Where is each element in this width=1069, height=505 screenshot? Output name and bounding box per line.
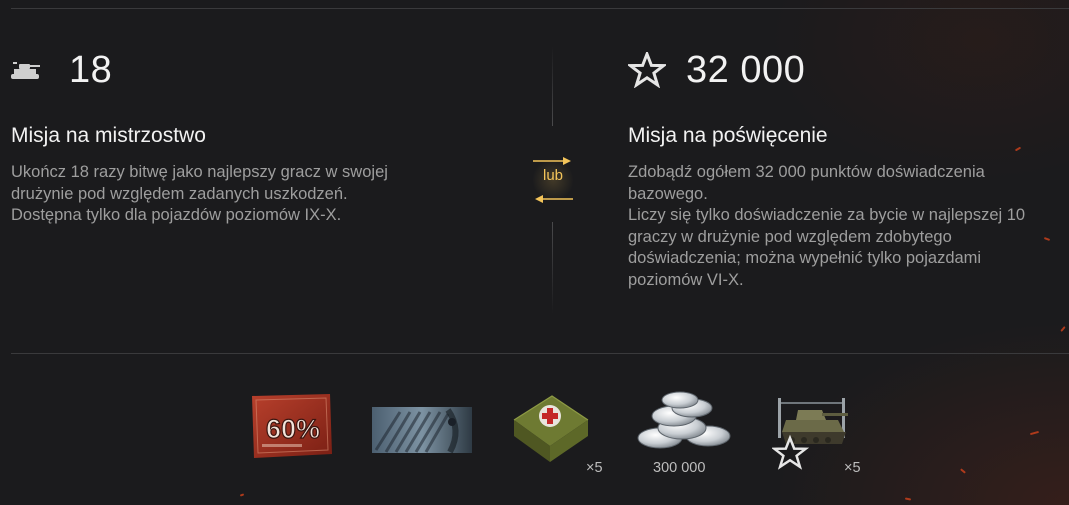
reward-credits[interactable]: 300 000 — [630, 390, 734, 480]
mission-goal-value: 32 000 — [686, 48, 806, 91]
reward-quantity: ×5 — [586, 460, 603, 476]
ember-spark — [1060, 326, 1066, 332]
top-divider — [11, 8, 1069, 9]
reward-crew-booster[interactable]: ×5 — [770, 390, 872, 480]
reward-quantity: ×5 — [844, 460, 861, 476]
vertical-divider — [552, 46, 553, 126]
description-line: Ukończ 18 razy bitwę jako najlepszy grac… — [11, 163, 388, 181]
ember-spark — [239, 493, 245, 497]
first-aid-kit-icon — [513, 395, 589, 462]
ember-spark — [904, 497, 912, 501]
vertical-divider — [552, 222, 553, 314]
mission-description: Ukończ 18 razy bitwę jako najlepszy grac… — [11, 162, 431, 227]
mission-title: Misja na poświęcenie — [628, 124, 828, 147]
or-separator: lub — [529, 152, 577, 208]
reward-repair-kit[interactable]: ×5 — [508, 390, 608, 480]
tank-with-star-icon — [770, 398, 848, 470]
discount-coupon-icon: 60% — [252, 394, 332, 458]
star-outline-icon — [628, 50, 668, 90]
rewards-divider — [11, 353, 1069, 354]
reward-quantity: 300 000 — [653, 460, 706, 476]
description-line: drużynie pod względem zadanych uszkodzeń… — [11, 184, 348, 203]
mission-header: 32 000 — [628, 48, 1068, 92]
description-line: bazowego. — [628, 184, 708, 203]
arrow-left-icon — [535, 195, 573, 203]
mastery-mission: 18 Misja na mistrzostwo Ukończ 18 razy b… — [11, 48, 431, 227]
description-line: poziomów VI-X. — [628, 270, 744, 289]
rewards-row: 60% ×5 300 000 ×5 — [0, 390, 1069, 490]
silver-coins-icon — [637, 391, 731, 449]
mission-goal-value: 18 — [69, 48, 113, 91]
mission-description: Zdobądź ogółem 32 000 punktów doświadcze… — [628, 162, 1068, 291]
reward-camouflage[interactable] — [370, 390, 474, 480]
description-line: Dostępna tylko dla pojazdów poziomów IX-… — [11, 206, 342, 224]
description-line: Zdobądź ogółem 32 000 punktów doświadcze… — [628, 163, 985, 181]
mission-header: 18 — [11, 48, 431, 92]
description-line: doświadczenia; można wypełnić tylko poja… — [628, 249, 982, 267]
description-line: Liczy się tylko doświadczenie za bycie w… — [628, 206, 1026, 224]
sacrifice-mission: 32 000 Misja na poświęcenie Zdobądź ogół… — [628, 48, 1068, 291]
or-label: lub — [542, 167, 564, 184]
arrow-right-icon — [533, 157, 571, 165]
camouflage-style-icon — [372, 407, 472, 454]
description-line: graczy w drużynie pod względem zdobytego — [628, 227, 952, 246]
coupon-text: 60% — [266, 414, 320, 444]
reward-discount-coupon[interactable]: 60% — [248, 390, 338, 480]
mission-title: Misja na mistrzostwo — [11, 124, 206, 147]
tank-icon — [11, 50, 51, 90]
